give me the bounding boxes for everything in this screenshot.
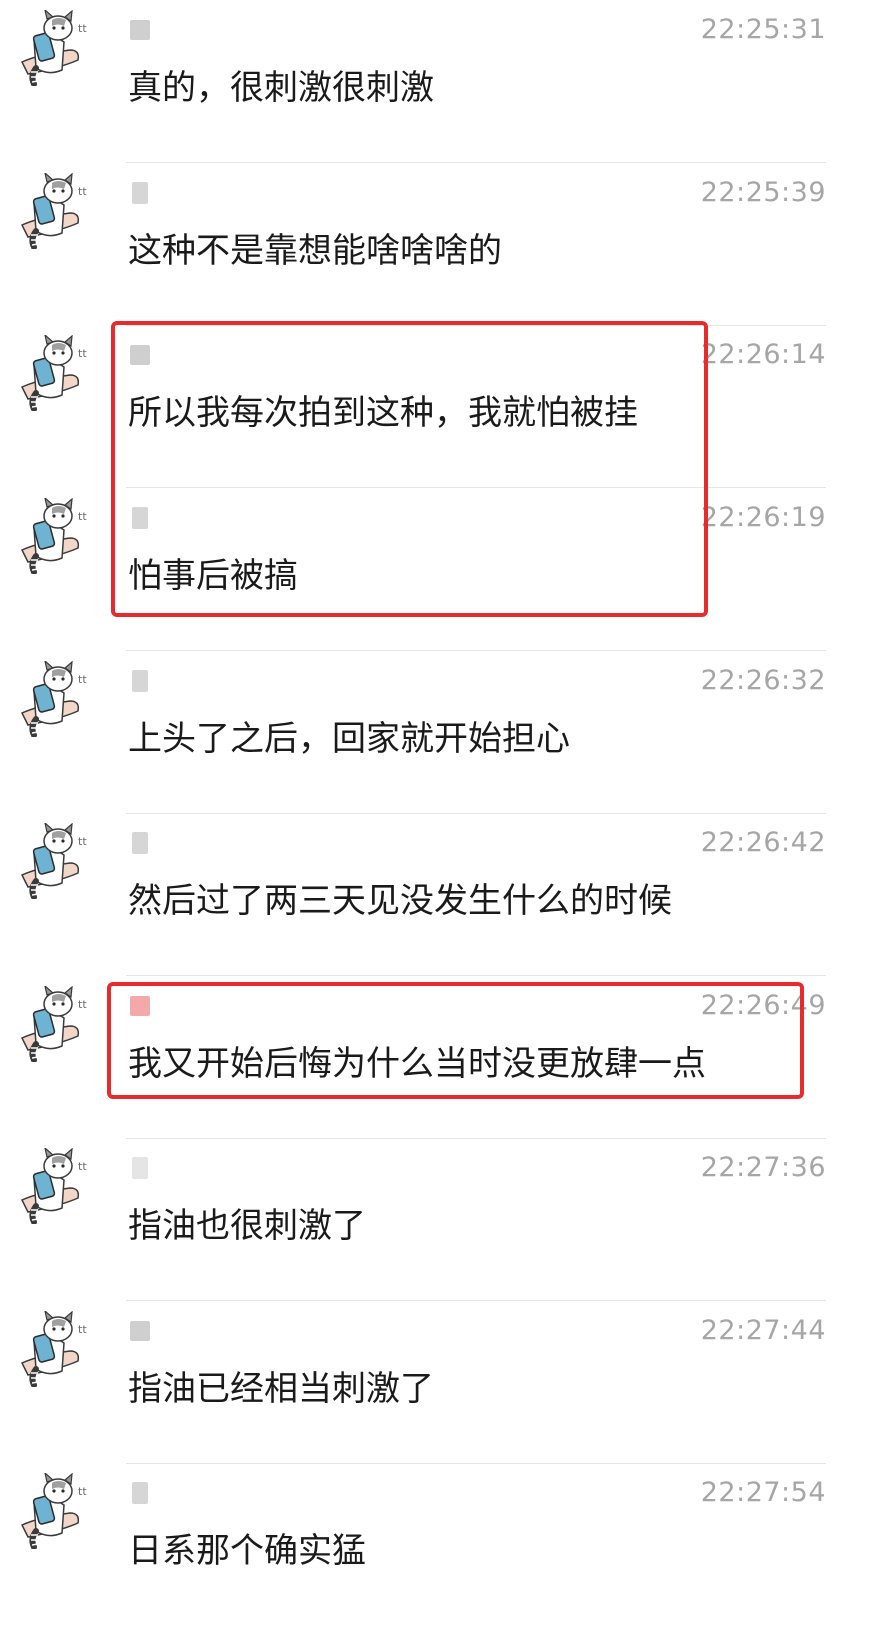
svg-text:tt: tt <box>78 998 87 1011</box>
message-text[interactable]: 上头了之后，回家就开始担心 <box>128 711 570 760</box>
sender-name-redacted <box>128 343 152 367</box>
message-row[interactable]: tt 22:26:42 然后过了两三天见没发生什么的时候 <box>0 813 873 976</box>
sender-name-redacted <box>128 831 152 855</box>
svg-text:tt: tt <box>78 1485 87 1498</box>
message-row[interactable]: tt 22:26:14 所以我每次拍到这种，我就怕被挂 <box>0 325 873 488</box>
message-text[interactable]: 所以我每次拍到这种，我就怕被挂 <box>128 385 638 434</box>
avatar[interactable]: tt <box>20 1473 96 1549</box>
message-text[interactable]: 我又开始后悔为什么当时没更放肆一点 <box>128 1036 706 1085</box>
avatar[interactable]: tt <box>20 1148 96 1224</box>
message-text[interactable]: 然后过了两三天见没发生什么的时候 <box>128 873 672 922</box>
cat-sticker-icon: tt <box>20 1473 96 1549</box>
svg-text:tt: tt <box>78 510 87 523</box>
cat-sticker-icon: tt <box>20 173 96 249</box>
svg-text:tt: tt <box>78 347 87 360</box>
message-row[interactable]: tt 22:26:49 我又开始后悔为什么当时没更放肆一点 <box>0 976 873 1139</box>
message-text[interactable]: 日系那个确实猛 <box>128 1523 366 1572</box>
message-row[interactable]: tt 22:27:44 指油已经相当刺激了 <box>0 1301 873 1464</box>
message-text[interactable]: 真的，很刺激很刺激 <box>128 60 434 109</box>
cat-sticker-icon: tt <box>20 1148 96 1224</box>
avatar[interactable]: tt <box>20 498 96 574</box>
cat-sticker-icon: tt <box>20 498 96 574</box>
message-time: 22:26:14 <box>700 339 826 370</box>
message-time: 22:27:36 <box>700 1152 826 1183</box>
message-row[interactable]: tt 22:25:31 真的，很刺激很刺激 <box>0 0 873 163</box>
avatar[interactable]: tt <box>20 335 96 411</box>
message-time: 22:26:42 <box>700 827 826 858</box>
svg-text:tt: tt <box>78 835 87 848</box>
message-text[interactable]: 指油也很刺激了 <box>128 1198 366 1247</box>
avatar[interactable]: tt <box>20 986 96 1062</box>
message-time: 22:26:19 <box>700 502 826 533</box>
sender-name-redacted <box>128 669 152 693</box>
cat-sticker-icon: tt <box>20 335 96 411</box>
message-time: 22:27:44 <box>700 1315 826 1346</box>
message-text[interactable]: 指油已经相当刺激了 <box>128 1361 434 1410</box>
message-time: 22:27:54 <box>700 1477 826 1508</box>
message-time: 22:25:31 <box>700 14 826 45</box>
sender-name-redacted <box>128 1156 152 1180</box>
message-row[interactable]: tt 22:26:32 上头了之后，回家就开始担心 <box>0 651 873 814</box>
message-time: 22:26:49 <box>700 990 826 1021</box>
message-time: 22:25:39 <box>700 177 826 208</box>
sender-name-redacted <box>128 1481 152 1505</box>
message-row[interactable]: tt 22:27:54 日系那个确实猛 <box>0 1463 873 1626</box>
sender-name-redacted <box>128 18 152 42</box>
sender-name-redacted <box>128 994 152 1018</box>
avatar[interactable]: tt <box>20 10 96 86</box>
svg-text:tt: tt <box>78 1160 87 1173</box>
svg-text:tt: tt <box>78 22 87 35</box>
message-text[interactable]: 怕事后被搞 <box>128 548 298 597</box>
svg-text:tt: tt <box>78 673 87 686</box>
message-text[interactable]: 这种不是靠想能啥啥啥的 <box>128 223 502 272</box>
message-time: 22:26:32 <box>700 665 826 696</box>
sender-name-redacted <box>128 181 152 205</box>
svg-text:tt: tt <box>78 1323 87 1336</box>
sender-name-redacted <box>128 506 152 530</box>
cat-sticker-icon: tt <box>20 1311 96 1387</box>
sender-name-redacted <box>128 1319 152 1343</box>
cat-sticker-icon: tt <box>20 661 96 737</box>
message-row[interactable]: tt 22:27:36 指油也很刺激了 <box>0 1138 873 1301</box>
avatar[interactable]: tt <box>20 823 96 899</box>
cat-sticker-icon: tt <box>20 823 96 899</box>
avatar[interactable]: tt <box>20 661 96 737</box>
cat-sticker-icon: tt <box>20 986 96 1062</box>
avatar[interactable]: tt <box>20 1311 96 1387</box>
message-row[interactable]: tt 22:25:39 这种不是靠想能啥啥啥的 <box>0 163 873 326</box>
cat-sticker-icon: tt <box>20 10 96 86</box>
svg-text:tt: tt <box>78 185 87 198</box>
message-row[interactable]: tt 22:26:19 怕事后被搞 <box>0 488 873 651</box>
avatar[interactable]: tt <box>20 173 96 249</box>
